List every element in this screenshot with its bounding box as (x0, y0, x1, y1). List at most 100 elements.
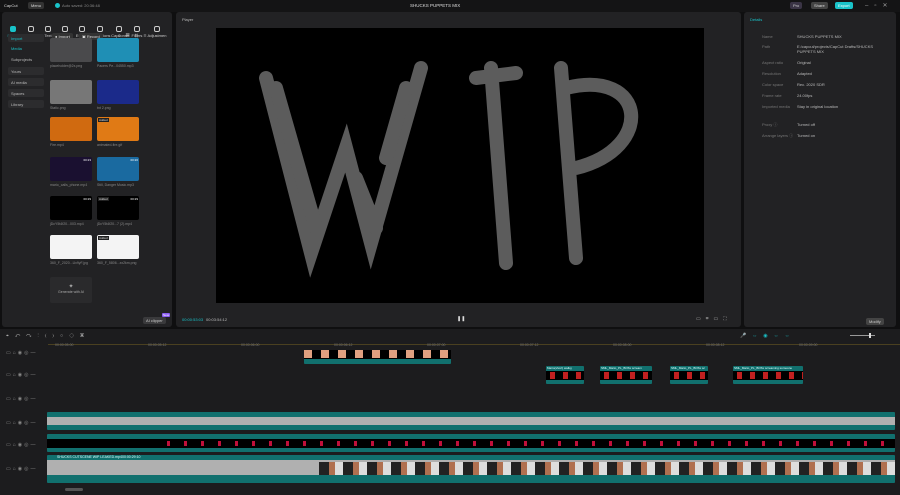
sidebar-media[interactable]: Media (11, 46, 22, 51)
ruler-tick-label: 00:00:05:12 (148, 343, 167, 347)
timeline-toggles[interactable]: 🎤⇔◉⇔⇔ (740, 333, 796, 339)
main-video-clip[interactable]: SHUCKS CUTSCENE WIP LEAKED.mp4 00:00:29:… (47, 455, 895, 483)
media-duration: 00:20 (130, 158, 138, 162)
media-duration: 00:29 (130, 197, 138, 201)
media-filename: Fire.mp4 (50, 143, 64, 147)
media-item[interactable]: Added 00:29 (97, 196, 139, 220)
detail-label: Frame rate (762, 93, 782, 98)
media-item[interactable]: 00:29 (50, 196, 92, 220)
modify-button[interactable]: Modify (866, 318, 884, 325)
track-controls[interactable]: ▭⌂◉◎— (6, 466, 44, 472)
generate-with-ai-button[interactable]: ✦ Generate with AI (50, 277, 92, 303)
added-badge: Added (98, 236, 109, 240)
ruler-line (48, 344, 900, 345)
timeline-toolbar[interactable]: ⌖↶↷⋮⟨⟩○◇▣ (6, 333, 90, 339)
detail-label: Arrange layers ⓘ (762, 133, 794, 138)
video-clip-top[interactable] (304, 350, 451, 364)
track-controls[interactable]: ▭⌂◉◎— (6, 442, 44, 448)
media-filename: 360_F_5806...xx2km.png (97, 261, 137, 265)
project-title: SHUCKS PUPPETS MIX (410, 3, 461, 8)
detail-label: Path (762, 44, 771, 49)
media-filename: Still, Danger Music.mp3 (97, 183, 134, 187)
media-item[interactable]: 00:20 (97, 157, 139, 181)
detail-label: Resolution (762, 71, 781, 76)
media-filename: Pacers Pe...04550.mp3 (97, 64, 134, 68)
menu-button[interactable]: Menu (28, 2, 45, 9)
media-duration: 00:23 (83, 158, 91, 162)
detail-value: Turned on (797, 133, 816, 138)
media-filename: placeholder@2x.png (50, 64, 83, 68)
detail-value: 24.00fps (797, 93, 813, 98)
mario-clip[interactable]: SML_Mario_PL_BOSx screaming someone (733, 366, 803, 384)
ruler-tick-label: 00:00:06:00 (241, 343, 260, 347)
ruler-tick-label: 00:00:06:12 (334, 343, 353, 347)
autosave-icon (55, 3, 60, 8)
ai-clipper-button[interactable]: AI clipper (143, 317, 166, 324)
track-controls[interactable]: ▭⌂◉◎— (6, 396, 44, 402)
media-item[interactable] (50, 38, 92, 62)
total-duration: 00:03:54:12 (206, 317, 228, 322)
sidebar-spaces[interactable]: Spaces (8, 89, 44, 97)
media-filename: jDcY5t4f20...7 (2).mp4 (97, 222, 133, 226)
mario-clip[interactable]: SML_Mario_PL_BOSx sc (670, 366, 708, 384)
added-badge: Added (98, 197, 109, 201)
player-panel: Player 00:00:53:03 00:03:54:12 ❚❚ ▭⌗▭⛶ (176, 12, 741, 327)
media-filename: animated-fire.gif (97, 143, 123, 147)
mario-clip[interactable]: SML_Mario_PL_BOSx scream (600, 366, 652, 384)
detail-value: Turned off (797, 122, 816, 127)
export-button[interactable]: Export (835, 2, 853, 9)
red-clip-track[interactable] (47, 434, 895, 452)
detail-value: E:/capcut/projects/CapCut Drafts/SHUCKS … (797, 44, 874, 54)
ruler-tick-label: 00:00:09:00 (799, 343, 818, 347)
track-controls[interactable]: ▭⌂◉◎— (6, 420, 44, 426)
media-item[interactable] (50, 117, 92, 141)
detail-label: Color space (762, 82, 784, 87)
sidebar-subprojects[interactable]: Subprojects (11, 57, 32, 62)
track-controls[interactable]: ▭⌂◉◎— (6, 350, 44, 356)
media-filename: 360_F_2020...Ux9yF.jpg (50, 261, 88, 265)
app-logo: CapCut (4, 3, 18, 8)
window-controls[interactable]: –▫✕ (865, 2, 894, 9)
sidebar-yours[interactable]: Yours (8, 67, 44, 75)
media-item[interactable]: 00:23 (50, 157, 92, 181)
player-controls[interactable]: ▭⌗▭⛶ (696, 316, 732, 322)
detail-value: Adapted (797, 71, 812, 76)
zoom-slider[interactable] (850, 333, 875, 338)
media-item[interactable]: Added (97, 235, 139, 259)
current-time: 00:00:53:03 (182, 317, 204, 322)
video-preview[interactable] (216, 28, 704, 303)
detail-value: Rec. 2020 SDR (797, 82, 825, 87)
share-button[interactable]: Share (811, 2, 828, 9)
media-item[interactable] (50, 235, 92, 259)
pro-button[interactable]: Pro (790, 2, 803, 9)
audio-clip[interactable] (47, 412, 895, 430)
horizontal-scrollbar[interactable] (65, 488, 83, 491)
autosave-status: Auto saved: 20:36:48 (62, 3, 100, 8)
media-filename: Static.png (50, 106, 66, 110)
new-badge: New (162, 313, 171, 317)
player-title: Player (182, 17, 194, 22)
title-bar: CapCut Menu Auto saved: 20:36:48 SHUCKS … (0, 0, 900, 12)
added-badge: Added (98, 118, 109, 122)
detail-value: Stay in original location (797, 104, 839, 109)
mario-clip[interactable]: Mario(short) walkg (546, 366, 584, 384)
media-duration: 00:29 (83, 197, 91, 201)
wip-scribble-image (259, 61, 638, 278)
sidebar-library[interactable]: Library (8, 100, 44, 108)
sidebar-ai-media[interactable]: AI media (8, 78, 44, 86)
ruler-tick-label: 00:00:07:00 (427, 343, 446, 347)
detail-label: Name (762, 34, 773, 39)
ruler-tick-label: 00:00:08:00 (613, 343, 632, 347)
ruler-tick-label: 00:00:07:12 (520, 343, 539, 347)
media-item[interactable] (97, 80, 139, 104)
sidebar-import[interactable]: Import (8, 34, 44, 42)
detail-label: Proxy ⓘ (762, 122, 778, 127)
media-item[interactable] (97, 38, 139, 62)
track-controls[interactable]: ▭⌂◉◎— (6, 372, 44, 378)
detail-label: Aspect ratio (762, 60, 784, 65)
pause-button[interactable]: ❚❚ (457, 316, 465, 322)
detail-value: SHUCKS PUPPETS MIX (797, 34, 842, 39)
media-filename: jDcY5t4f20...003.mp4 (50, 222, 84, 226)
media-item[interactable] (50, 80, 92, 104)
media-item[interactable]: Added (97, 117, 139, 141)
